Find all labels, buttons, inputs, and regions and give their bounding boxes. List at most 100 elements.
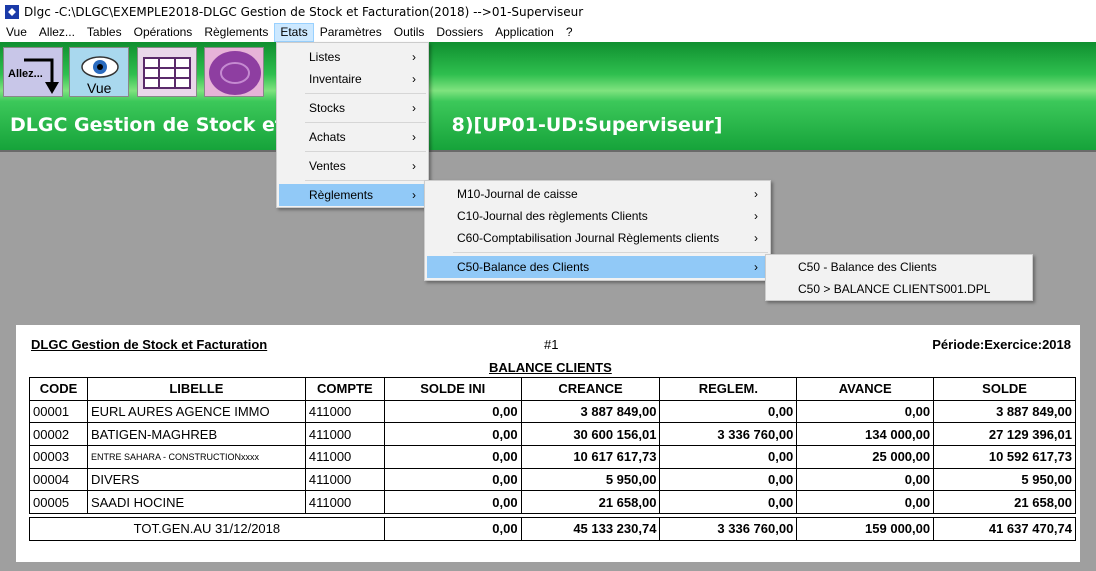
chevron-right-icon: › <box>412 188 416 202</box>
balance-submenu: C50 - Balance des Clients C50 > BALANCE … <box>765 254 1033 301</box>
cell-creance: 3 887 849,00 <box>520 399 661 424</box>
reglements-submenu: M10-Journal de caisse › C10-Journal des r… <box>424 180 771 281</box>
menu-allez[interactable]: Allez... <box>33 23 81 42</box>
menu-item-inventaire[interactable]: Inventaire › <box>279 68 426 90</box>
cell-solde: 5 950,00 <box>933 467 1076 492</box>
cell-solde-ini: 0,00 <box>383 422 522 447</box>
col-solde: SOLDE <box>933 377 1076 401</box>
total-label: TOT.GEN.AU 31/12/2018 <box>29 517 385 541</box>
menu-etats[interactable]: Etats <box>274 23 314 42</box>
cell-avance: 0,00 <box>796 399 935 424</box>
grid-icon <box>143 57 191 89</box>
cell-code: 00001 <box>29 399 88 424</box>
menu-separator <box>305 122 426 123</box>
menu-item-m10[interactable]: M10-Journal de caisse › <box>427 183 768 205</box>
menu-item-label: Stocks <box>309 101 346 115</box>
menu-item-listes[interactable]: Listes › <box>279 46 426 68</box>
cell-solde-ini: 0,00 <box>383 490 522 515</box>
menu-tables[interactable]: Tables <box>81 23 128 42</box>
chevron-right-icon: › <box>754 260 758 274</box>
cell-code: 00002 <box>29 422 88 447</box>
cell-solde: 21 658,00 <box>933 490 1076 515</box>
total-row: TOT.GEN.AU 31/12/2018 0,00 45 133 230,74… <box>29 517 1076 541</box>
menu-dossiers[interactable]: Dossiers <box>430 23 489 42</box>
users-circle-icon <box>209 51 261 95</box>
window-title: Dlgc -C:\DLGC\EXEMPLE2018-DLGC Gestion d… <box>24 4 584 19</box>
chevron-right-icon: › <box>412 130 416 144</box>
vue-button[interactable]: Vue <box>69 47 129 97</box>
menu-application[interactable]: Application <box>489 23 560 42</box>
total-solde: 41 637 470,74 <box>933 517 1076 541</box>
menu-parametres[interactable]: Paramètres <box>314 23 388 42</box>
cell-avance: 134 000,00 <box>796 422 935 447</box>
table-row: 00001 EURL AURES AGENCE IMMO 411000 0,00… <box>29 399 1076 424</box>
chevron-right-icon: › <box>754 209 758 223</box>
cell-code: 00004 <box>29 467 88 492</box>
menu-item-label: C50 > BALANCE CLIENTS001.DPL <box>798 282 991 296</box>
cell-solde: 3 887 849,00 <box>933 399 1076 424</box>
cell-avance: 25 000,00 <box>796 445 935 469</box>
chevron-right-icon: › <box>754 231 758 245</box>
vue-label: Vue <box>87 80 112 96</box>
cell-libelle: DIVERS <box>86 467 306 492</box>
table-button[interactable] <box>137 47 197 97</box>
menu-item-c50[interactable]: C50-Balance des Clients › <box>427 256 768 278</box>
total-solde-ini: 0,00 <box>383 517 522 541</box>
menu-separator <box>305 93 426 94</box>
report-title: BALANCE CLIENTS <box>489 360 612 375</box>
allez-button[interactable]: Allez... <box>3 47 63 97</box>
menu-separator <box>305 151 426 152</box>
chevron-right-icon: › <box>412 101 416 115</box>
menu-item-ventes[interactable]: Ventes › <box>279 155 426 177</box>
cell-libelle: EURL AURES AGENCE IMMO <box>86 399 306 424</box>
menu-item-c50-dpl[interactable]: C50 > BALANCE CLIENTS001.DPL <box>768 278 1030 300</box>
cell-solde-ini: 0,00 <box>383 445 522 469</box>
chevron-right-icon: › <box>754 187 758 201</box>
eye-icon <box>81 56 119 78</box>
total-creance: 45 133 230,74 <box>520 517 661 541</box>
menu-item-label: C10-Journal des règlements Clients <box>457 209 648 223</box>
menu-item-label: C60-Comptabilisation Journal Règlements … <box>457 231 720 245</box>
table-header-row: CODE LIBELLE COMPTE SOLDE INI CREANCE RE… <box>29 377 1076 401</box>
menu-item-reglements[interactable]: Règlements › <box>279 184 426 206</box>
cell-creance: 10 617 617,73 <box>520 445 661 469</box>
cell-solde: 10 592 617,73 <box>933 445 1076 469</box>
menu-separator <box>305 180 426 181</box>
cell-reglem: 0,00 <box>659 445 798 469</box>
menu-outils[interactable]: Outils <box>388 23 431 42</box>
balance-table: CODE LIBELLE COMPTE SOLDE INI CREANCE RE… <box>29 377 1076 541</box>
arrow-down-icon <box>24 58 59 94</box>
col-solde-ini: SOLDE INI <box>383 377 522 401</box>
users-button[interactable] <box>204 47 264 97</box>
cell-libelle: BATIGEN-MAGHREB <box>86 422 306 447</box>
chevron-right-icon: › <box>412 159 416 173</box>
cell-compte: 411000 <box>304 422 385 447</box>
cell-compte: 411000 <box>304 399 385 424</box>
menu-item-label: C50 - Balance des Clients <box>798 260 937 274</box>
menu-item-c50-balance[interactable]: C50 - Balance des Clients <box>768 256 1030 278</box>
cell-libelle: ENTRE SAHARA - CONSTRUCTIONxxxx <box>86 445 306 469</box>
menu-item-stocks[interactable]: Stocks › <box>279 97 426 119</box>
menu-separator <box>453 252 768 253</box>
menu-operations[interactable]: Opérations <box>128 23 199 42</box>
chevron-right-icon: › <box>412 72 416 86</box>
menu-item-label: M10-Journal de caisse <box>457 187 578 201</box>
menu-reglements[interactable]: Règlements <box>198 23 274 42</box>
cell-code: 00005 <box>29 490 88 515</box>
menu-help[interactable]: ? <box>560 23 579 42</box>
report-page-number: #1 <box>544 337 559 352</box>
menu-item-achats[interactable]: Achats › <box>279 126 426 148</box>
menu-item-label: Règlements <box>309 188 374 202</box>
report-period: Période:Exercice:2018 <box>932 337 1071 352</box>
menu-item-c10[interactable]: C10-Journal des règlements Clients › <box>427 205 768 227</box>
chevron-right-icon: › <box>412 50 416 64</box>
cell-creance: 30 600 156,01 <box>520 422 661 447</box>
cell-avance: 0,00 <box>796 467 935 492</box>
menu-bar: Vue Allez... Tables Opérations Règlement… <box>0 23 1096 42</box>
menu-vue[interactable]: Vue <box>0 23 33 42</box>
menu-item-c60[interactable]: C60-Comptabilisation Journal Règlements … <box>427 227 768 249</box>
table-row: 00002 BATIGEN-MAGHREB 411000 0,00 30 600… <box>29 422 1076 447</box>
cell-creance: 5 950,00 <box>520 467 661 492</box>
title-bar: Dlgc -C:\DLGC\EXEMPLE2018-DLGC Gestion d… <box>0 0 1096 23</box>
table-row: 00004 DIVERS 411000 0,00 5 950,00 0,00 0… <box>29 467 1076 492</box>
